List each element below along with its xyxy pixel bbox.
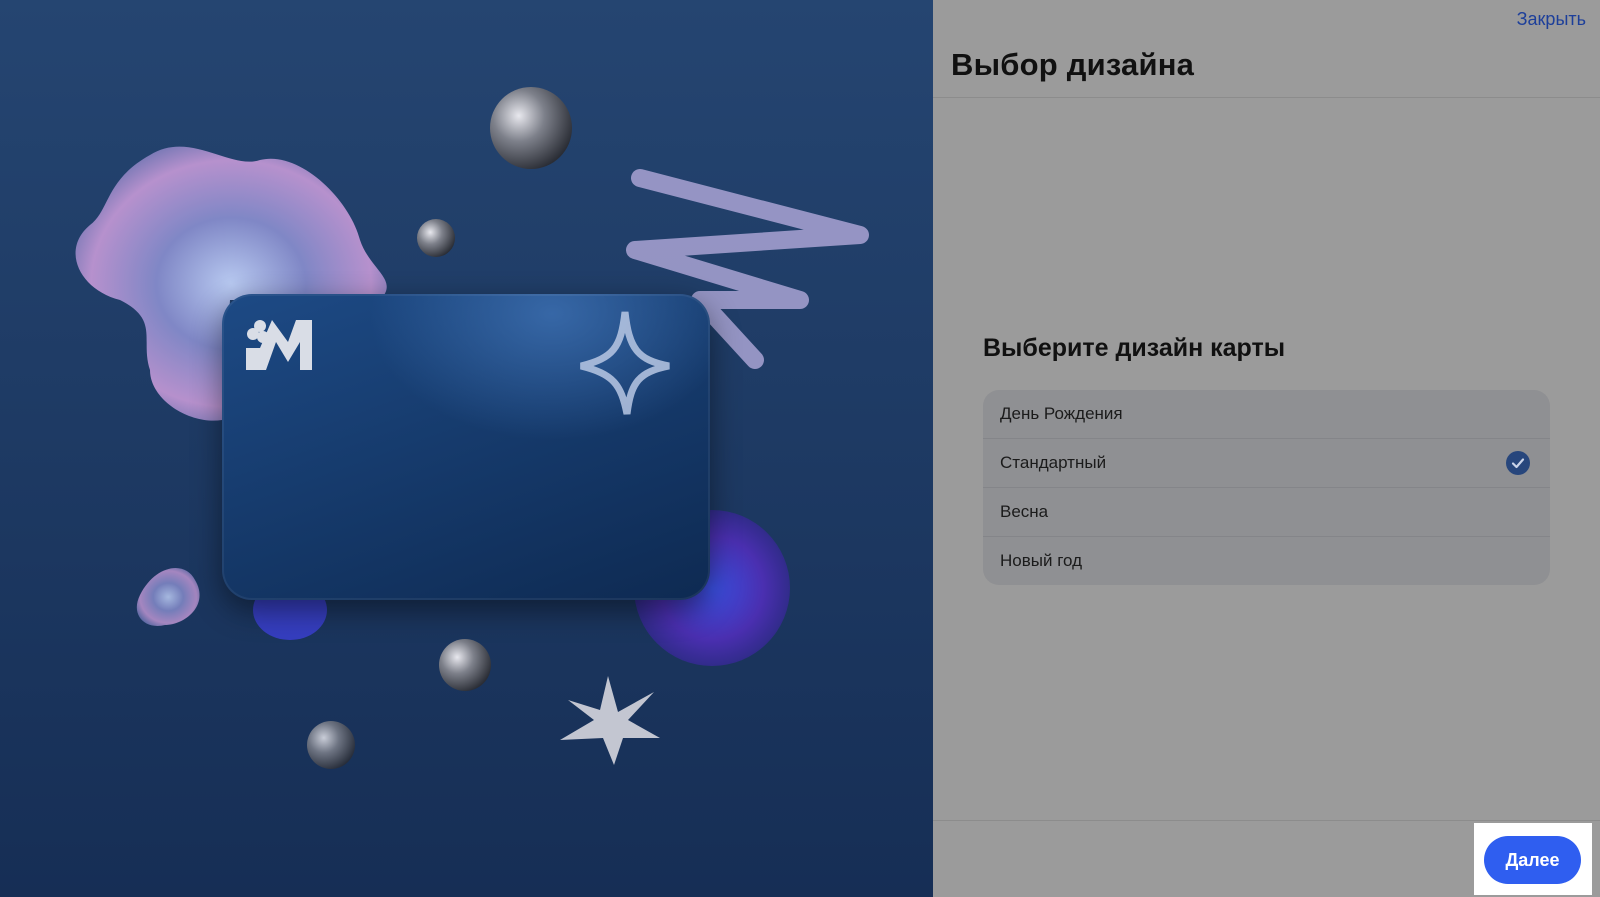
option-label: День Рождения [1000, 404, 1123, 423]
design-selection-sheet: Закрыть Выбор дизайна Выберите дизайн ка… [933, 0, 1600, 897]
design-picker-heading: Выберите дизайн карты [983, 334, 1286, 362]
app-window: Закрыть Выбор дизайна Выберите дизайн ка… [0, 0, 1600, 897]
option-label: Стандартный [1000, 453, 1107, 472]
starburst-shape [560, 676, 660, 765]
option-new-year[interactable]: Новый год [983, 536, 1550, 585]
option-label: Новый год [1000, 551, 1083, 570]
option-label: Весна [1000, 502, 1049, 521]
glass-knot-shape [136, 568, 200, 626]
bank-logo-icon [246, 320, 312, 370]
sparkle-star-icon [580, 311, 670, 415]
option-birthday[interactable]: День Рождения [983, 390, 1550, 438]
chrome-sphere-large [490, 87, 572, 169]
card-preview [222, 294, 710, 600]
checkmark-icon [1506, 451, 1530, 475]
close-link[interactable]: Закрыть [1517, 9, 1586, 30]
chrome-sphere-bottom-left [307, 721, 355, 769]
page-title: Выбор дизайна [951, 47, 1195, 82]
chrome-sphere-bottom [439, 639, 491, 691]
design-options-list: День Рождения Стандартный Весна Новый го… [983, 390, 1550, 585]
sheet-header: Закрыть Выбор дизайна [933, 0, 1600, 98]
sheet-footer: Далее [933, 820, 1600, 897]
option-spring[interactable]: Весна [983, 487, 1550, 536]
option-standard[interactable]: Стандартный [983, 438, 1550, 487]
card-preview-panel [0, 0, 933, 897]
next-button[interactable]: Далее [1484, 836, 1581, 884]
chrome-sphere-small [417, 219, 455, 257]
